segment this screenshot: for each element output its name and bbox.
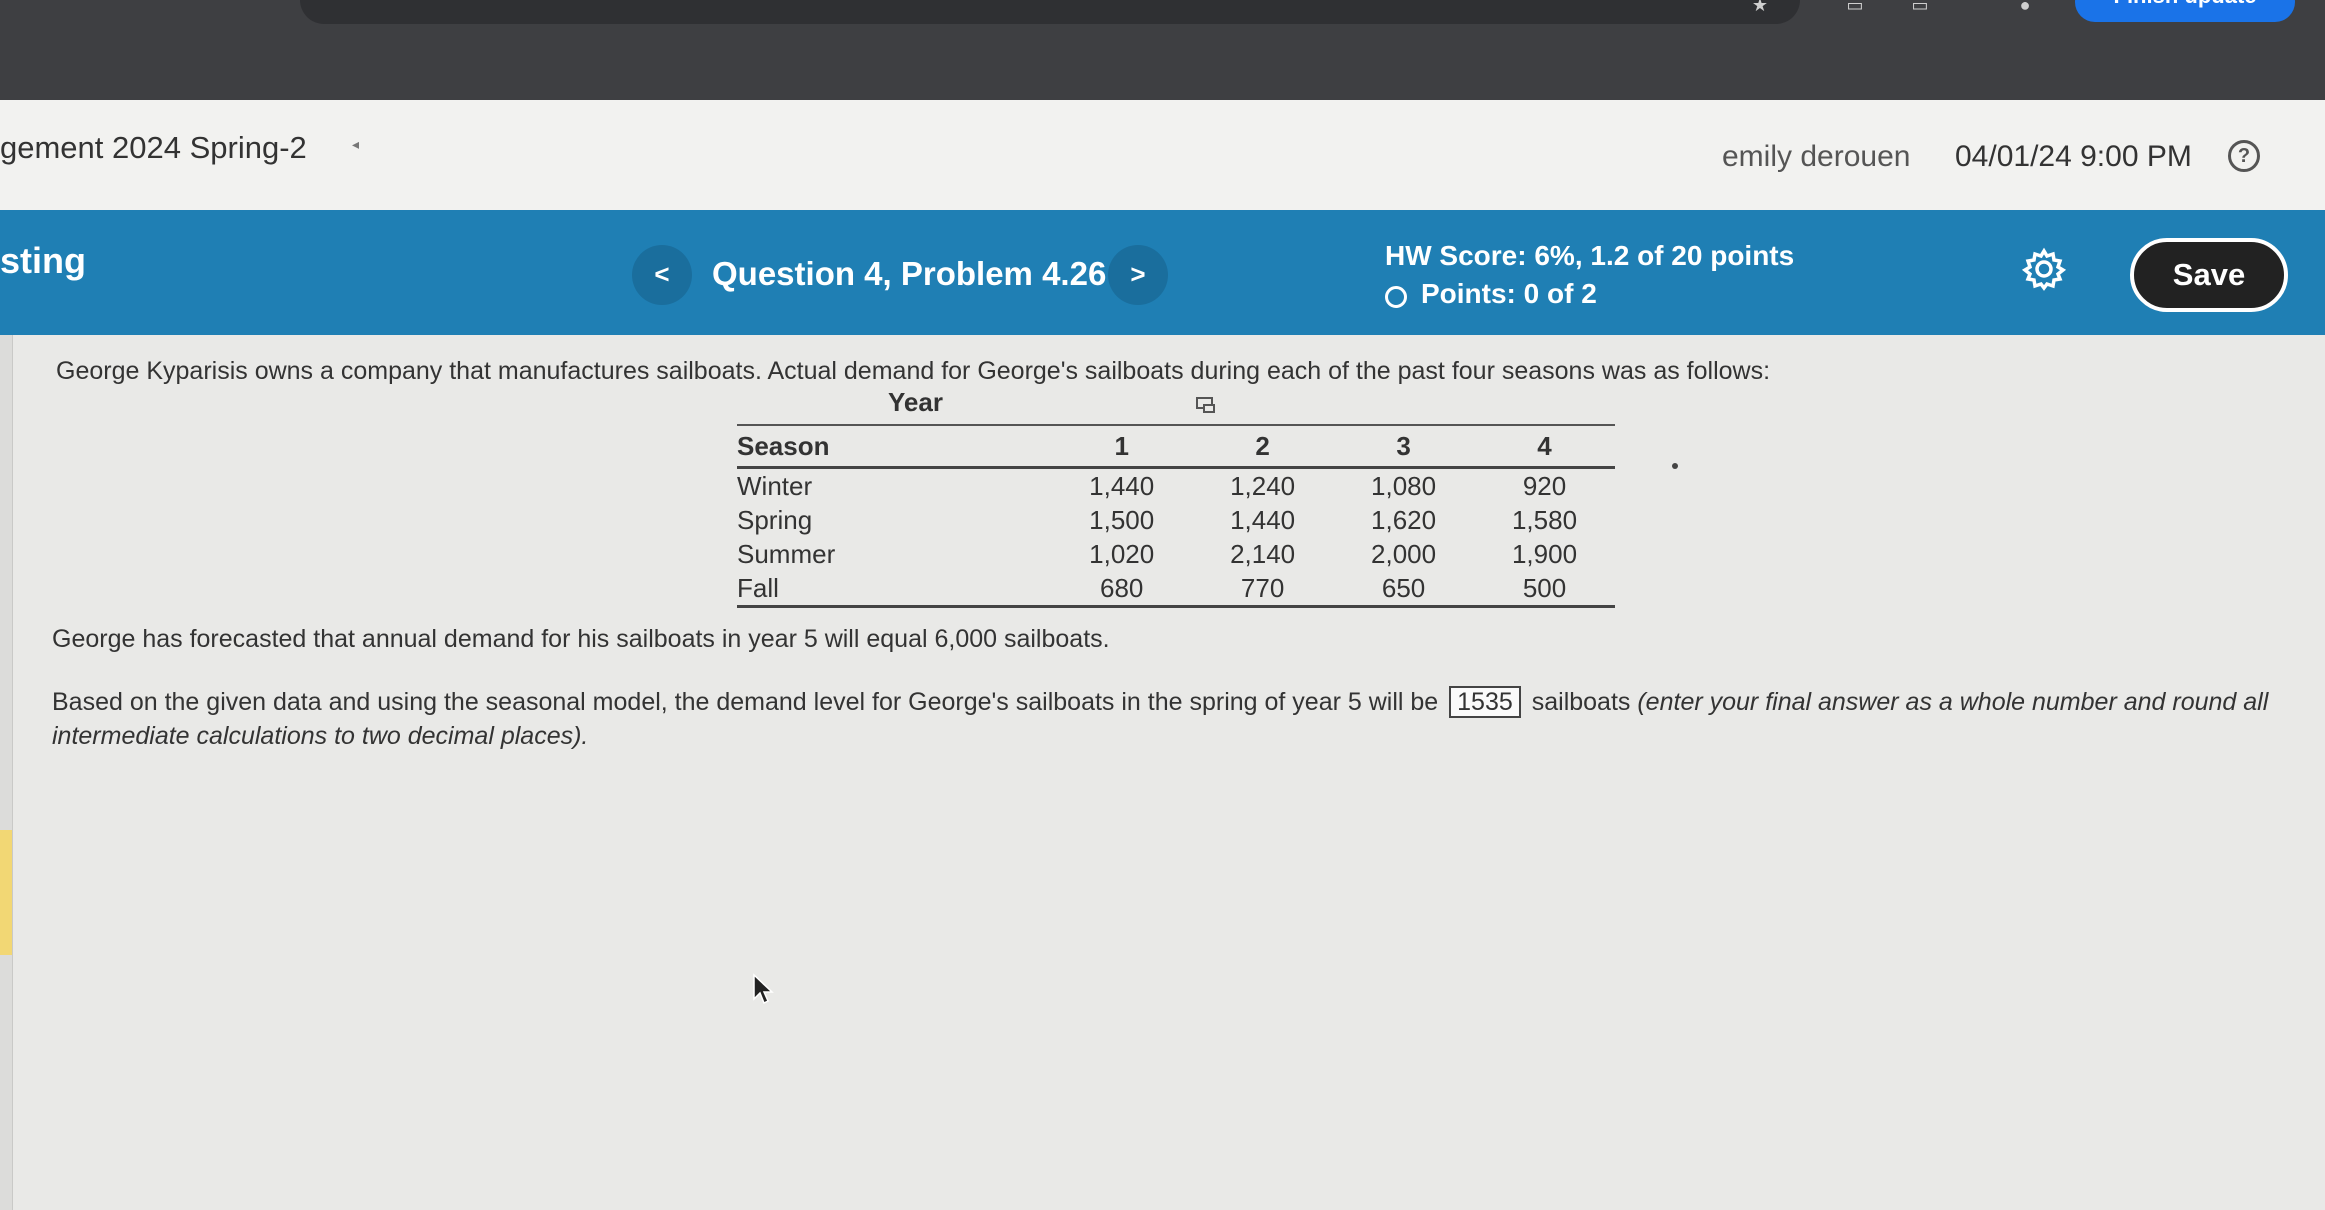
table-cell: 1,020 [1089, 538, 1155, 569]
course-header: gement 2024 Spring-2 ◂ emily derouen 04/… [0, 100, 2325, 211]
column-header: 4 [1537, 430, 1552, 461]
table-cell: Fall [737, 572, 779, 603]
answer-input[interactable]: 1535 [1449, 686, 1521, 718]
table-row: Summer 1,020 2,140 2,000 1,900 [737, 537, 1615, 571]
left-panel-highlight [0, 830, 12, 955]
table-cell: 1,440 [1089, 470, 1155, 501]
table-cell: 1,900 [1511, 538, 1578, 569]
table-cell: 920 [1522, 470, 1567, 501]
column-header: 3 [1396, 430, 1411, 461]
question-content: George Kyparisis owns a company that man… [0, 335, 2325, 1210]
extension-icon[interactable]: ▭ [1840, 0, 1870, 14]
question-prefix: Based on the given data and using the se… [52, 688, 1439, 716]
section-label: sting [0, 240, 86, 281]
question-text: Based on the given data and using the se… [52, 685, 2302, 753]
hw-score[interactable]: HW Score: 6%, 1.2 of 20 points [1385, 240, 1794, 272]
help-icon[interactable]: ? [2228, 140, 2260, 172]
question-title[interactable]: Question 4, Problem 4.26 [712, 255, 1106, 293]
due-date: 04/01/24 9:00 PM [1955, 140, 2192, 173]
table-header-row: Season 1 2 3 4 [737, 425, 1615, 468]
points-row: Points: 0 of 2 [1385, 278, 1597, 310]
points-text: Points: 0 of 2 [1421, 278, 1597, 309]
table-cell: 500 [1522, 572, 1567, 603]
chevron-left-icon: < [654, 259, 670, 289]
profile-icon[interactable]: ● [2010, 0, 2040, 14]
table-cell: 1,500 [1089, 504, 1155, 535]
column-header: Season [737, 430, 830, 461]
sidebar-icon[interactable]: ▭ [1905, 0, 1935, 14]
table-cell: 650 [1381, 572, 1426, 603]
bookmark-star-icon[interactable]: ★ [1745, 0, 1775, 14]
table-cell: Winter [737, 470, 813, 501]
table-cell: Spring [737, 504, 813, 535]
chevron-right-icon: > [1130, 259, 1146, 289]
table-row: Spring 1,500 1,440 1,620 1,580 [737, 503, 1615, 537]
browser-chrome: ★ ▭ ▭ ● Finish update [0, 0, 2325, 100]
gear-icon[interactable] [2022, 247, 2066, 291]
column-header: 1 [1114, 430, 1129, 461]
table-cell: 1,620 [1371, 504, 1437, 535]
question-toolbar: sting < Question 4, Problem 4.26 > HW Sc… [0, 210, 2325, 335]
course-title[interactable]: gement 2024 Spring-2 [0, 130, 307, 166]
user-name: emily derouen [1722, 140, 1911, 173]
save-button[interactable]: Save [2130, 238, 2288, 312]
left-panel-edge [0, 335, 13, 1210]
finish-update-button[interactable]: Finish update [2075, 0, 2295, 22]
previous-question-button[interactable]: < [632, 245, 692, 305]
forecast-text: George has forecasted that annual demand… [52, 625, 1110, 653]
decorative-dot [1672, 463, 1678, 469]
table-cell: Summer [737, 538, 836, 569]
table-cell: 1,240 [1230, 470, 1296, 501]
demand-table: Season 1 2 3 4 Winter 1,440 1,240 1,080 … [737, 424, 1615, 608]
table-cell: 770 [1240, 572, 1285, 603]
question-unit: sailboats [1531, 688, 1631, 716]
points-status-icon [1385, 286, 1407, 308]
table-cell: 680 [1099, 572, 1144, 603]
table-cell: 2,140 [1230, 538, 1296, 569]
next-question-button[interactable]: > [1108, 245, 1168, 305]
copy-table-icon[interactable] [1196, 397, 1216, 413]
course-menu-caret-icon[interactable]: ◂ [352, 136, 359, 153]
address-bar[interactable] [300, 0, 1800, 24]
column-header: 2 [1255, 430, 1270, 461]
problem-intro: George Kyparisis owns a company that man… [56, 357, 1771, 385]
table-cell: 1,580 [1511, 504, 1578, 535]
mouse-pointer-icon [753, 973, 774, 1005]
table-cell: 1,080 [1371, 470, 1437, 501]
table-cell: 1,440 [1230, 504, 1296, 535]
table-cell: 2,000 [1371, 538, 1437, 569]
table-row: Winter 1,440 1,240 1,080 920 [737, 468, 1615, 504]
year-header: Year [888, 387, 943, 417]
table-row: Fall 680 770 650 500 [737, 571, 1615, 607]
